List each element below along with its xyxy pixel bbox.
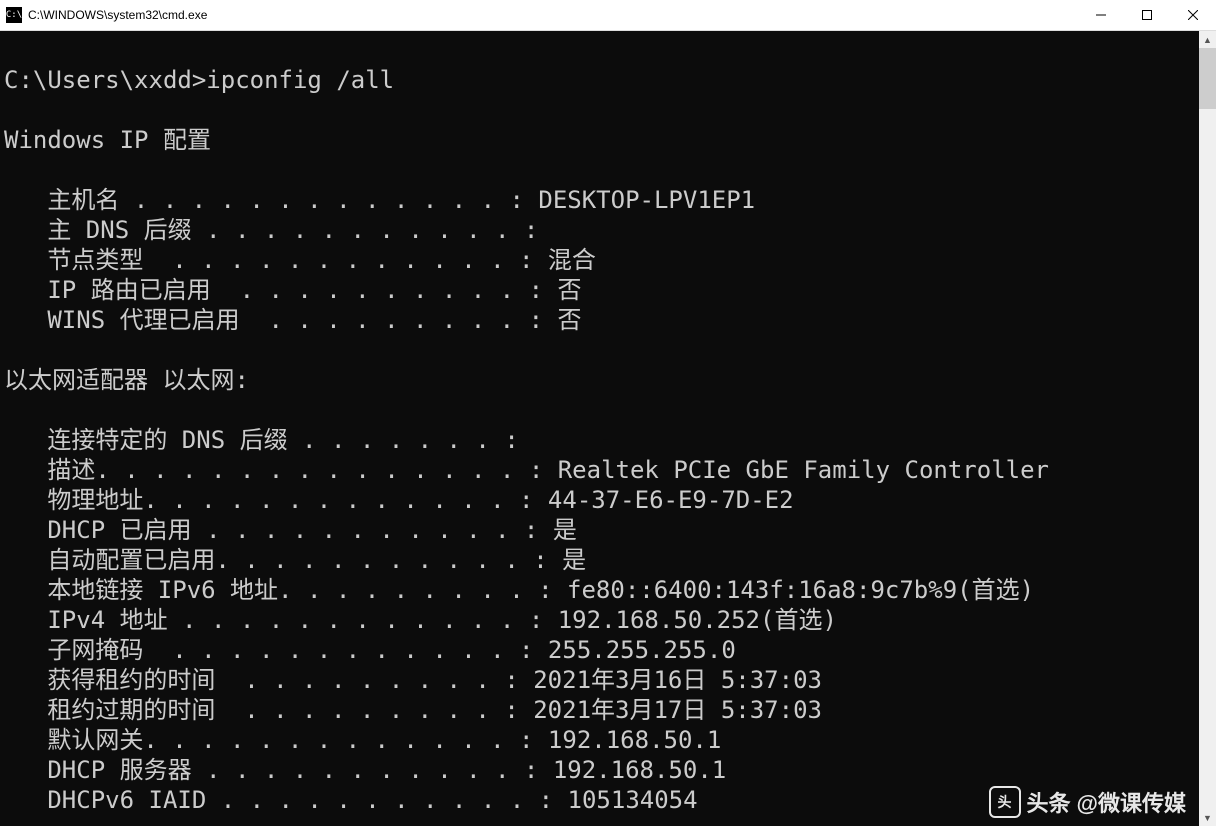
watermark-icon: 头 <box>989 786 1021 818</box>
watermark-handle: @微课传媒 <box>1077 786 1186 818</box>
cmd-window: C:\ C:\WINDOWS\system32\cmd.exe C:\Users… <box>0 0 1216 826</box>
window-title: C:\WINDOWS\system32\cmd.exe <box>28 8 1078 22</box>
watermark: 头 头条 @微课传媒 <box>989 786 1186 818</box>
scroll-down-arrow-icon[interactable]: ▼ <box>1199 809 1216 826</box>
minimize-button[interactable] <box>1078 0 1124 30</box>
client-area: C:\Users\xxdd>ipconfig /all Windows IP 配… <box>0 31 1216 826</box>
close-button[interactable] <box>1170 0 1216 30</box>
terminal-output[interactable]: C:\Users\xxdd>ipconfig /all Windows IP 配… <box>0 31 1199 826</box>
maximize-button[interactable] <box>1124 0 1170 30</box>
window-controls <box>1078 0 1216 30</box>
scroll-up-arrow-icon[interactable]: ▲ <box>1199 31 1216 48</box>
vertical-scrollbar[interactable]: ▲ ▼ <box>1199 31 1216 826</box>
scroll-track[interactable] <box>1199 48 1216 809</box>
watermark-prefix: 头条 <box>1027 786 1071 818</box>
titlebar[interactable]: C:\ C:\WINDOWS\system32\cmd.exe <box>0 0 1216 31</box>
cmd-icon: C:\ <box>6 7 22 23</box>
scroll-thumb[interactable] <box>1199 48 1216 109</box>
